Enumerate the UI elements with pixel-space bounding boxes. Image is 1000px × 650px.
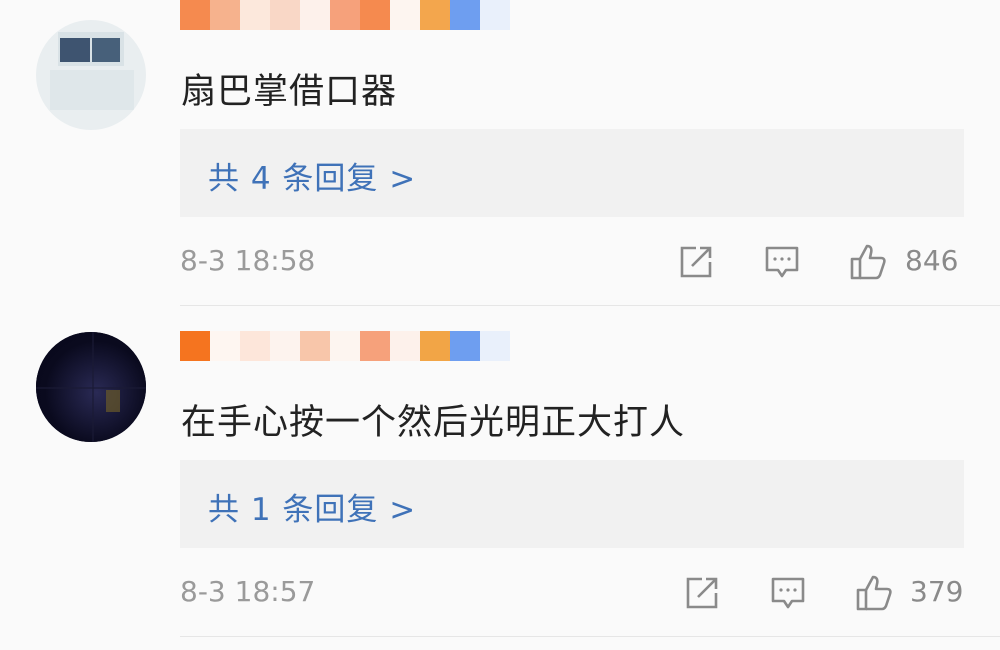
comment-meta: 8-3 18:57 379 (180, 573, 964, 613)
username-redacted[interactable] (180, 0, 510, 30)
share-icon[interactable] (682, 573, 722, 613)
view-replies-link[interactable]: 共 1 条回复 > (208, 484, 416, 529)
comment-icon[interactable] (762, 242, 802, 282)
view-replies-link[interactable]: 共 4 条回复 > (208, 153, 416, 198)
username-redacted[interactable] (180, 331, 510, 361)
reply-box[interactable]: 共 4 条回复 > (180, 129, 964, 217)
avatar[interactable] (36, 332, 146, 442)
comment-time: 8-3 18:58 (180, 244, 316, 277)
like-count: 846 (905, 244, 959, 277)
comment-time: 8-3 18:57 (180, 575, 316, 608)
comment-text: 扇巴掌借口器 (181, 72, 398, 112)
comment-meta: 8-3 18:58 846 (180, 242, 964, 282)
share-icon[interactable] (676, 242, 716, 282)
comment-item: 在手心按一个然后光明正大打人 共 1 条回复 > 8-3 18:57 379 (0, 306, 1000, 650)
thumbs-up-icon[interactable] (854, 573, 894, 613)
comment-item: 扇巴掌借口器 共 4 条回复 > 8-3 18:58 846 (0, 0, 1000, 305)
comment-text: 在手心按一个然后光明正大打人 (181, 403, 686, 443)
thumbs-up-icon[interactable] (848, 242, 888, 282)
comment-icon[interactable] (768, 573, 808, 613)
divider (180, 636, 1000, 637)
avatar[interactable] (36, 20, 146, 130)
reply-box[interactable]: 共 1 条回复 > (180, 460, 964, 548)
like-count: 379 (910, 575, 964, 608)
